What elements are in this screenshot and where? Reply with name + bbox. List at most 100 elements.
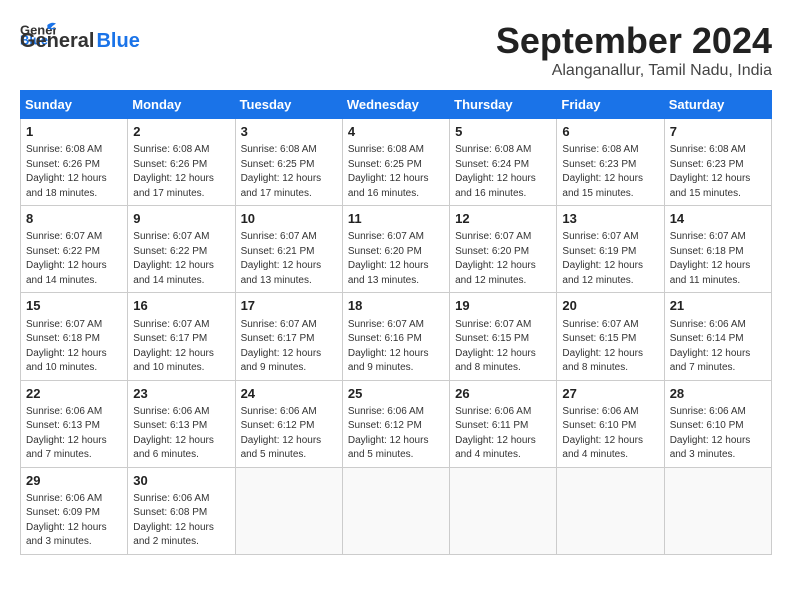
logo-general: General [20, 30, 94, 53]
day-info: Sunrise: 6:07 AMSunset: 6:20 PMDaylight:… [348, 230, 444, 288]
day-info: Sunrise: 6:08 AMSunset: 6:26 PMDaylight:… [133, 143, 229, 201]
calendar-cell: 28 Sunrise: 6:06 AMSunset: 6:10 PMDayligh… [664, 380, 771, 467]
calendar-cell: 29 Sunrise: 6:06 AMSunset: 6:09 PMDayligh… [21, 467, 128, 554]
col-sunday: Sunday [21, 91, 128, 119]
day-info: Sunrise: 6:08 AMSunset: 6:24 PMDaylight:… [455, 143, 551, 201]
day-number: 22 [26, 385, 122, 403]
day-number: 6 [562, 123, 658, 141]
day-number: 7 [670, 123, 766, 141]
title-block: September 2024 Alanganallur, Tamil Nadu,… [496, 20, 772, 80]
calendar-row-3: 15 Sunrise: 6:07 AMSunset: 6:18 PMDayligh… [21, 293, 772, 380]
calendar-table: Sunday Monday Tuesday Wednesday Thursday… [20, 90, 772, 555]
day-number: 16 [133, 297, 229, 315]
calendar-row-1: 1Sunrise: 6:08 AMSunset: 6:26 PMDaylight… [21, 119, 772, 206]
calendar-cell [342, 467, 449, 554]
day-number: 15 [26, 297, 122, 315]
calendar-cell: 25Sunrise: 6:06 AMSunset: 6:12 PMDayligh… [342, 380, 449, 467]
day-number: 3 [241, 123, 337, 141]
day-number: 28 [670, 385, 766, 403]
calendar-header-row: Sunday Monday Tuesday Wednesday Thursday… [21, 91, 772, 119]
calendar-cell: 14 Sunrise: 6:07 AMSunset: 6:18 PMDayligh… [664, 206, 771, 293]
day-info: Sunrise: 6:07 AMSunset: 6:20 PMDaylight:… [455, 230, 551, 288]
calendar-cell: 7Sunrise: 6:08 AMSunset: 6:23 PMDaylight… [664, 119, 771, 206]
day-number: 18 [348, 297, 444, 315]
day-number: 25 [348, 385, 444, 403]
day-info: Sunrise: 6:06 AMSunset: 6:08 PMDaylight:… [133, 492, 229, 550]
col-wednesday: Wednesday [342, 91, 449, 119]
calendar-cell: 1Sunrise: 6:08 AMSunset: 6:26 PMDaylight… [21, 119, 128, 206]
calendar-cell: 23 Sunrise: 6:06 AMSunset: 6:13 PMDayligh… [128, 380, 235, 467]
day-info: Sunrise: 6:08 AMSunset: 6:25 PMDaylight:… [348, 143, 444, 201]
day-number: 9 [133, 210, 229, 228]
day-info: Sunrise: 6:06 AMSunset: 6:12 PMDaylight:… [241, 405, 337, 463]
day-number: 11 [348, 210, 444, 228]
day-info: Sunrise: 6:07 AMSunset: 6:18 PMDaylight:… [670, 230, 766, 288]
calendar-cell: 6 Sunrise: 6:08 AMSunset: 6:23 PMDaylight… [557, 119, 664, 206]
calendar-cell [664, 467, 771, 554]
day-number: 5 [455, 123, 551, 141]
day-number: 27 [562, 385, 658, 403]
day-number: 14 [670, 210, 766, 228]
day-info: Sunrise: 6:07 AMSunset: 6:18 PMDaylight:… [26, 318, 122, 376]
calendar-cell [450, 467, 557, 554]
calendar-cell: 10Sunrise: 6:07 AMSunset: 6:21 PMDayligh… [235, 206, 342, 293]
calendar-cell: 15 Sunrise: 6:07 AMSunset: 6:18 PMDayligh… [21, 293, 128, 380]
day-info: Sunrise: 6:07 AMSunset: 6:22 PMDaylight:… [26, 230, 122, 288]
day-info: Sunrise: 6:07 AMSunset: 6:15 PMDaylight:… [562, 318, 658, 376]
calendar-cell: 13Sunrise: 6:07 AMSunset: 6:19 PMDayligh… [557, 206, 664, 293]
calendar-cell: 27 Sunrise: 6:06 AMSunset: 6:10 PMDayligh… [557, 380, 664, 467]
day-number: 19 [455, 297, 551, 315]
day-number: 21 [670, 297, 766, 315]
col-monday: Monday [128, 91, 235, 119]
day-info: Sunrise: 6:06 AMSunset: 6:09 PMDaylight:… [26, 492, 122, 550]
col-thursday: Thursday [450, 91, 557, 119]
calendar-cell [557, 467, 664, 554]
day-number: 29 [26, 472, 122, 490]
calendar-cell: 5 Sunrise: 6:08 AMSunset: 6:24 PMDaylight… [450, 119, 557, 206]
calendar-cell: 17 Sunrise: 6:07 AMSunset: 6:17 PMDayligh… [235, 293, 342, 380]
day-number: 23 [133, 385, 229, 403]
calendar-cell: 19 Sunrise: 6:07 AMSunset: 6:15 PMDayligh… [450, 293, 557, 380]
day-number: 26 [455, 385, 551, 403]
day-info: Sunrise: 6:07 AMSunset: 6:22 PMDaylight:… [133, 230, 229, 288]
day-info: Sunrise: 6:06 AMSunset: 6:13 PMDaylight:… [26, 405, 122, 463]
day-number: 20 [562, 297, 658, 315]
calendar-cell: 22 Sunrise: 6:06 AMSunset: 6:13 PMDayligh… [21, 380, 128, 467]
calendar-cell: 2 Sunrise: 6:08 AMSunset: 6:26 PMDaylight… [128, 119, 235, 206]
calendar-row-5: 29 Sunrise: 6:06 AMSunset: 6:09 PMDayligh… [21, 467, 772, 554]
day-info: Sunrise: 6:07 AMSunset: 6:17 PMDaylight:… [241, 318, 337, 376]
day-info: Sunrise: 6:07 AMSunset: 6:15 PMDaylight:… [455, 318, 551, 376]
day-info: Sunrise: 6:08 AMSunset: 6:25 PMDaylight:… [241, 143, 337, 201]
col-saturday: Saturday [664, 91, 771, 119]
day-info: Sunrise: 6:07 AMSunset: 6:16 PMDaylight:… [348, 318, 444, 376]
day-info: Sunrise: 6:06 AMSunset: 6:10 PMDaylight:… [562, 405, 658, 463]
logo: General Blue General Blue [20, 20, 140, 53]
day-number: 10 [241, 210, 337, 228]
calendar-body: 1Sunrise: 6:08 AMSunset: 6:26 PMDaylight… [21, 119, 772, 555]
col-friday: Friday [557, 91, 664, 119]
calendar-cell: 16Sunrise: 6:07 AMSunset: 6:17 PMDayligh… [128, 293, 235, 380]
calendar-cell: 30 Sunrise: 6:06 AMSunset: 6:08 PMDayligh… [128, 467, 235, 554]
day-info: Sunrise: 6:08 AMSunset: 6:23 PMDaylight:… [562, 143, 658, 201]
calendar-cell: 26 Sunrise: 6:06 AMSunset: 6:11 PMDayligh… [450, 380, 557, 467]
calendar-row-4: 22 Sunrise: 6:06 AMSunset: 6:13 PMDayligh… [21, 380, 772, 467]
col-tuesday: Tuesday [235, 91, 342, 119]
day-number: 2 [133, 123, 229, 141]
calendar-cell [235, 467, 342, 554]
calendar-cell: 11 Sunrise: 6:07 AMSunset: 6:20 PMDayligh… [342, 206, 449, 293]
location-title: Alanganallur, Tamil Nadu, India [496, 62, 772, 80]
day-info: Sunrise: 6:06 AMSunset: 6:10 PMDaylight:… [670, 405, 766, 463]
calendar-cell: 21Sunrise: 6:06 AMSunset: 6:14 PMDayligh… [664, 293, 771, 380]
day-number: 24 [241, 385, 337, 403]
day-number: 30 [133, 472, 229, 490]
calendar-cell: 4Sunrise: 6:08 AMSunset: 6:25 PMDaylight… [342, 119, 449, 206]
day-number: 13 [562, 210, 658, 228]
day-info: Sunrise: 6:06 AMSunset: 6:13 PMDaylight:… [133, 405, 229, 463]
day-info: Sunrise: 6:06 AMSunset: 6:11 PMDaylight:… [455, 405, 551, 463]
day-info: Sunrise: 6:08 AMSunset: 6:26 PMDaylight:… [26, 143, 122, 201]
calendar-cell: 24 Sunrise: 6:06 AMSunset: 6:12 PMDayligh… [235, 380, 342, 467]
calendar-cell: 8 Sunrise: 6:07 AMSunset: 6:22 PMDaylight… [21, 206, 128, 293]
day-number: 17 [241, 297, 337, 315]
day-number: 8 [26, 210, 122, 228]
calendar-cell: 20 Sunrise: 6:07 AMSunset: 6:15 PMDayligh… [557, 293, 664, 380]
